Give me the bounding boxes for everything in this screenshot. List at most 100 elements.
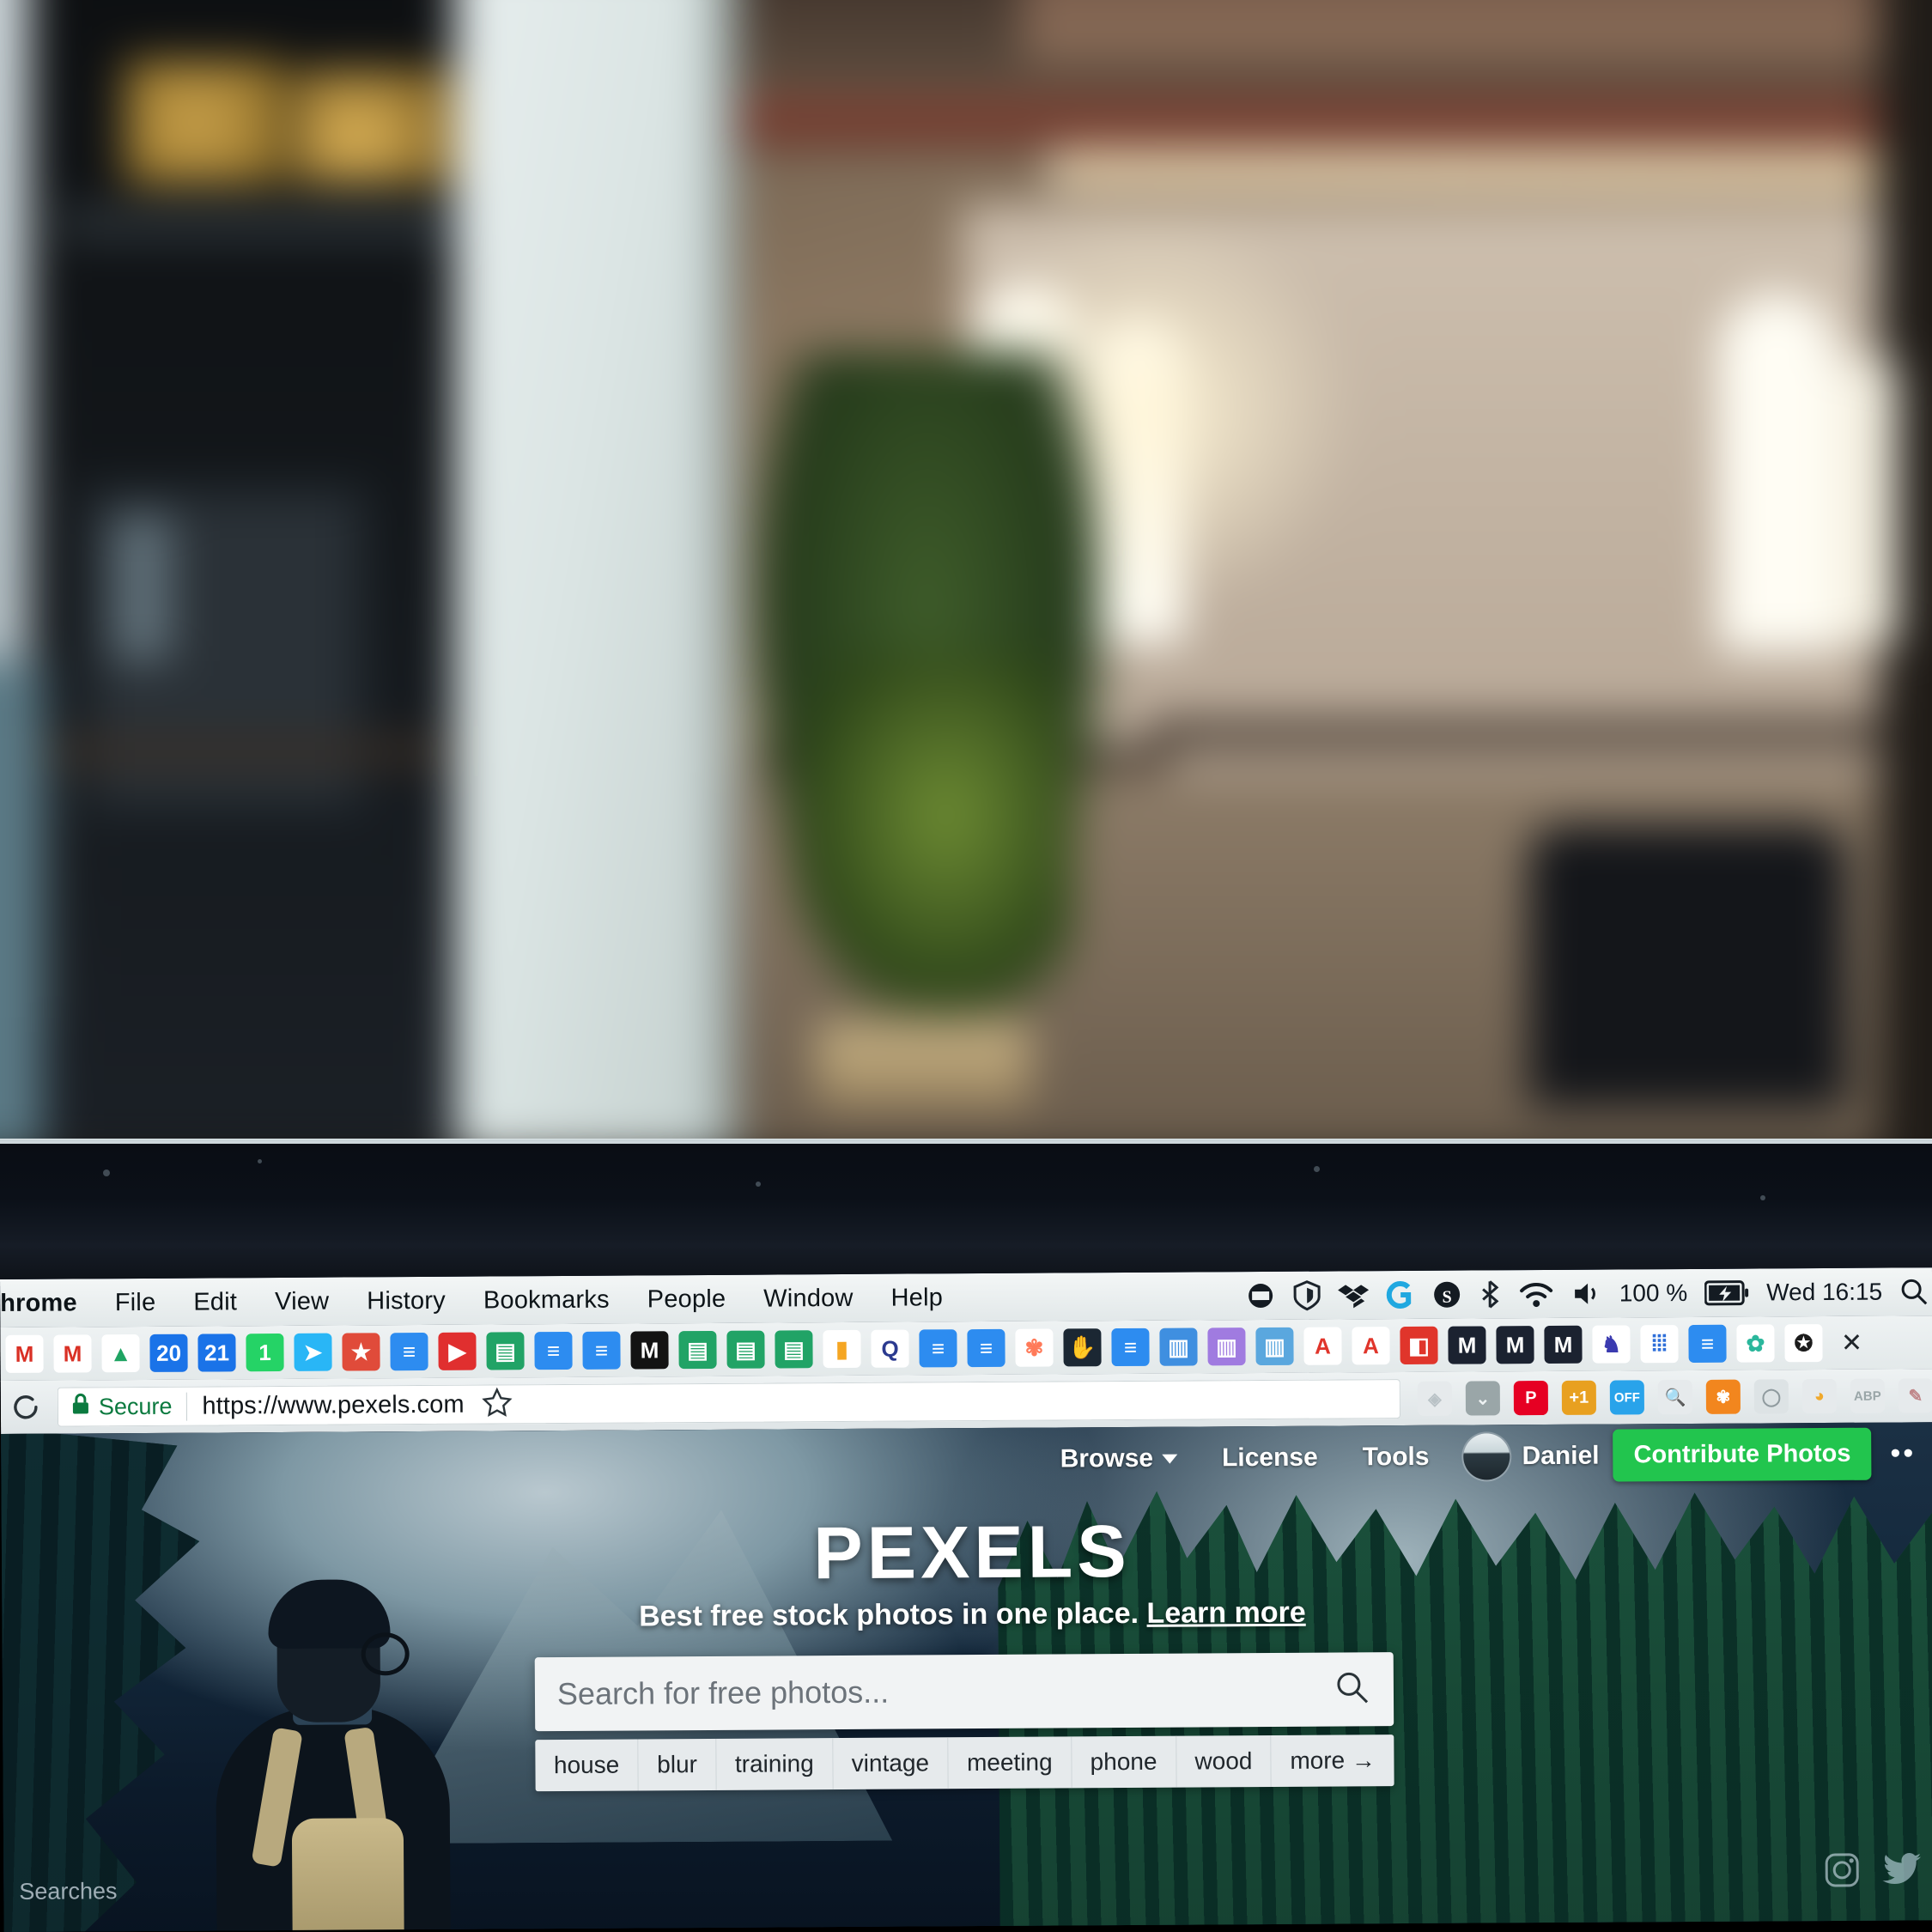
menu-item-bookmarks[interactable]: Bookmarks bbox=[465, 1285, 629, 1315]
search-icon[interactable] bbox=[1334, 1668, 1371, 1710]
bookmark-star-icon[interactable] bbox=[482, 1387, 513, 1422]
hand-bookmark[interactable]: ✋ bbox=[1063, 1328, 1102, 1367]
monitor-screen: hrome File Edit View History Bookmarks P… bbox=[0, 1267, 1932, 1932]
shutterstock-bookmark[interactable]: ✿ bbox=[1736, 1324, 1775, 1363]
chart-bookmark[interactable]: ▥ bbox=[1159, 1327, 1198, 1366]
adblock-extension-icon[interactable]: ABP bbox=[1850, 1378, 1885, 1413]
menu-item-history[interactable]: History bbox=[348, 1286, 465, 1315]
medium-bookmark-4[interactable]: M bbox=[1544, 1325, 1583, 1364]
logitech-icon[interactable] bbox=[1386, 1279, 1415, 1310]
google-docs-bookmark-6[interactable]: ≡ bbox=[1111, 1327, 1150, 1367]
evernote-extension-icon[interactable]: ◯ bbox=[1753, 1379, 1789, 1414]
overflow-menu-icon[interactable]: •• bbox=[1871, 1437, 1924, 1470]
plus-one-extension-icon[interactable]: +1 bbox=[1561, 1380, 1596, 1415]
medium-bookmark-3[interactable]: M bbox=[1496, 1326, 1534, 1364]
google-docs-bookmark-3[interactable]: ≡ bbox=[582, 1331, 621, 1370]
nav-license[interactable]: License bbox=[1200, 1443, 1340, 1473]
skype-icon[interactable]: S bbox=[1432, 1279, 1461, 1310]
telegram-bookmark[interactable]: ➤ bbox=[294, 1333, 332, 1371]
gmail-bookmark-2[interactable]: M bbox=[53, 1334, 92, 1373]
adobe-bookmark-2[interactable]: A bbox=[1352, 1327, 1390, 1365]
wunderlist-bookmark[interactable]: ★ bbox=[342, 1333, 380, 1371]
dropbox-icon[interactable] bbox=[1337, 1279, 1369, 1310]
google-sheets-bookmark-4[interactable]: ▤ bbox=[775, 1330, 813, 1369]
search-tag-training[interactable]: training bbox=[716, 1738, 834, 1790]
chart-bookmark-3[interactable]: ▥ bbox=[1255, 1327, 1294, 1366]
google-docs-bookmark[interactable]: ≡ bbox=[390, 1332, 428, 1371]
chart-bookmark-2[interactable]: ▥ bbox=[1207, 1327, 1246, 1366]
menu-item-window[interactable]: Window bbox=[744, 1284, 872, 1313]
whatsapp-bookmark[interactable]: 1 bbox=[246, 1333, 284, 1372]
off-toggle-extension-icon[interactable]: OFF bbox=[1609, 1380, 1644, 1415]
menu-item-file[interactable]: File bbox=[96, 1288, 175, 1317]
google-sheets-bookmark-3[interactable]: ▤ bbox=[726, 1330, 765, 1369]
menu-item-view[interactable]: View bbox=[256, 1287, 348, 1316]
google-docs-bookmark-5[interactable]: ≡ bbox=[967, 1328, 1005, 1368]
google-docs-bookmark-7[interactable]: ≡ bbox=[1688, 1324, 1727, 1363]
google-drive-bookmark[interactable]: ▲ bbox=[101, 1334, 140, 1373]
adobe-bookmark[interactable]: A bbox=[1303, 1327, 1342, 1365]
menu-item-help[interactable]: Help bbox=[872, 1284, 962, 1313]
google-calendar-21-bookmark[interactable]: 21 bbox=[197, 1334, 236, 1372]
contribute-photos-button[interactable]: Contribute Photos bbox=[1613, 1427, 1872, 1482]
steemit-bookmark[interactable]: ⦙⦙⦙ bbox=[1640, 1325, 1679, 1364]
google-calendar-20-bookmark[interactable]: 20 bbox=[149, 1334, 188, 1372]
search-tag-house[interactable]: house bbox=[535, 1739, 639, 1792]
medium-bookmark[interactable]: M bbox=[630, 1331, 669, 1370]
user-name-label[interactable]: Daniel bbox=[1510, 1441, 1613, 1471]
screenshot-root: hrome File Edit View History Bookmarks P… bbox=[0, 0, 1932, 1932]
menu-item-edit[interactable]: Edit bbox=[174, 1288, 256, 1317]
notes-extension-icon[interactable]: ✎ bbox=[1898, 1378, 1932, 1413]
google-docs-bookmark-2[interactable]: ≡ bbox=[534, 1331, 573, 1370]
site-navigation: Browse License Tools Daniel Contribute P… bbox=[1037, 1427, 1924, 1485]
avatar[interactable] bbox=[1463, 1432, 1510, 1480]
shield-icon[interactable] bbox=[1293, 1280, 1321, 1311]
search-tag-blur[interactable]: blur bbox=[638, 1738, 717, 1791]
google-sheets-bookmark-2[interactable]: ▤ bbox=[678, 1330, 717, 1370]
menu-item-people[interactable]: People bbox=[629, 1285, 745, 1314]
google-analytics-bookmark[interactable]: ▮ bbox=[823, 1329, 861, 1369]
battery-charging-icon[interactable] bbox=[1704, 1280, 1749, 1306]
address-bar[interactable]: Secure https://www.pexels.com bbox=[57, 1379, 1401, 1427]
bluetooth-icon[interactable] bbox=[1479, 1279, 1501, 1309]
search-input[interactable]: Search for free photos... bbox=[534, 1652, 1394, 1732]
horse-bookmark[interactable]: ♞ bbox=[1592, 1325, 1631, 1364]
settings-bookmark[interactable]: ✪ bbox=[1784, 1324, 1823, 1363]
spotlight-search-icon[interactable] bbox=[1899, 1277, 1929, 1306]
google-docs-bookmark-4[interactable]: ≡ bbox=[919, 1329, 957, 1368]
gmail-bookmark[interactable]: M bbox=[5, 1334, 44, 1373]
search-tag-phone[interactable]: phone bbox=[1071, 1735, 1177, 1789]
nav-browse-label: Browse bbox=[1060, 1443, 1154, 1473]
honey-extension-icon[interactable]: ◕ bbox=[1801, 1378, 1837, 1414]
nav-browse[interactable]: Browse bbox=[1038, 1443, 1200, 1473]
medium-bookmark-2[interactable]: M bbox=[1448, 1326, 1486, 1364]
volume-icon[interactable] bbox=[1571, 1280, 1602, 1308]
search-tag-vintage[interactable]: vintage bbox=[833, 1737, 949, 1790]
popular-search-tags: house blur training vintage meeting phone wood… bbox=[535, 1735, 1394, 1792]
twitter-icon[interactable] bbox=[1882, 1852, 1922, 1891]
omnibox-actions bbox=[465, 1387, 521, 1422]
menu-bar-items: hrome File Edit View History Bookmarks P… bbox=[0, 1284, 962, 1318]
reload-icon[interactable] bbox=[6, 1388, 46, 1427]
capsule-icon[interactable] bbox=[1245, 1280, 1276, 1311]
close-bookmark[interactable]: ✕ bbox=[1832, 1324, 1870, 1362]
youtube-bookmark[interactable]: ▶ bbox=[438, 1332, 477, 1370]
social-links bbox=[1824, 1851, 1922, 1893]
adobe-acrobat-bookmark[interactable]: ◧ bbox=[1400, 1326, 1438, 1365]
instagram-icon[interactable] bbox=[1824, 1852, 1860, 1893]
wifi-icon[interactable] bbox=[1518, 1280, 1554, 1308]
pinterest-extension-icon[interactable]: P bbox=[1513, 1380, 1548, 1416]
pocket-extension-icon[interactable]: ⌄ bbox=[1465, 1381, 1500, 1416]
search-tag-more[interactable]: more → bbox=[1272, 1735, 1394, 1787]
nav-tools[interactable]: Tools bbox=[1340, 1442, 1452, 1472]
menu-item-chrome[interactable]: hrome bbox=[0, 1289, 96, 1318]
google-sheets-bookmark[interactable]: ▤ bbox=[486, 1332, 525, 1370]
search-tag-meeting[interactable]: meeting bbox=[948, 1736, 1072, 1789]
search-tag-wood[interactable]: wood bbox=[1176, 1735, 1273, 1788]
grammarly-extension-icon[interactable]: ◈ bbox=[1417, 1381, 1453, 1416]
hubspot-extension-icon[interactable]: ✾ bbox=[1705, 1379, 1741, 1414]
hubspot-bookmark[interactable]: ✾ bbox=[1015, 1328, 1054, 1367]
magnifier-extension-icon[interactable]: 🔍 bbox=[1657, 1379, 1692, 1415]
learn-more-link[interactable]: Learn more bbox=[1146, 1596, 1305, 1630]
quora-bookmark[interactable]: Q bbox=[871, 1329, 909, 1368]
